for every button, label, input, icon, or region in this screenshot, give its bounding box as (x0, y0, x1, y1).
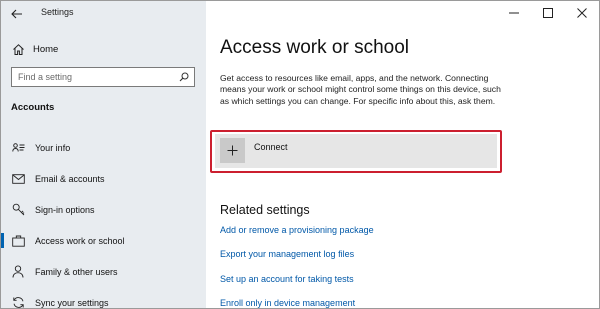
back-button[interactable] (7, 5, 27, 23)
maximize-icon (543, 8, 553, 18)
sidebar-item-home[interactable]: Home (1, 39, 206, 59)
section-title: Accounts (11, 102, 55, 113)
app-title: Settings (41, 7, 74, 17)
window-controls (497, 1, 599, 25)
person-icon (11, 265, 25, 279)
maximize-button[interactable] (531, 1, 565, 25)
page-description: Get access to resources like email, apps… (220, 73, 501, 106)
sidebar: Settings Home Accounts Your info (1, 1, 206, 308)
sidebar-item-label: Access work or school (35, 235, 125, 246)
highlight-frame (210, 130, 502, 173)
mail-icon (11, 172, 25, 186)
sidebar-item-email-accounts[interactable]: Email & accounts (1, 163, 206, 194)
minimize-icon (509, 12, 519, 14)
sidebar-item-access-work-or-school[interactable]: Access work or school (1, 225, 206, 256)
home-icon (11, 42, 25, 56)
sidebar-item-label: Sign-in options (35, 204, 95, 215)
sidebar-item-sign-in-options[interactable]: Sign-in options (1, 194, 206, 225)
sidebar-item-sync-settings[interactable]: Sync your settings (1, 287, 206, 309)
sidebar-item-label: Your info (35, 142, 71, 153)
link-enroll-device-management[interactable]: Enroll only in device management (220, 297, 374, 308)
close-icon (577, 8, 587, 18)
sidebar-item-label: Family & other users (35, 266, 118, 277)
link-export-management-logs[interactable]: Export your management log files (220, 248, 374, 272)
sidebar-item-label: Home (33, 43, 59, 55)
close-button[interactable] (565, 1, 599, 25)
link-test-taking-account[interactable]: Set up an account for taking tests (220, 273, 374, 297)
page-title: Access work or school (220, 37, 410, 58)
sidebar-item-your-info[interactable]: Your info (1, 132, 206, 163)
sidebar-item-label: Email & accounts (35, 173, 105, 184)
contact-card-icon (11, 141, 25, 155)
minimize-button[interactable] (497, 1, 531, 25)
briefcase-icon (11, 234, 25, 248)
main-pane: Access work or school Get access to reso… (206, 1, 599, 308)
back-arrow-icon (11, 9, 22, 19)
related-settings-heading: Related settings (220, 203, 310, 217)
title-bar: Settings (1, 1, 206, 27)
search-icon[interactable] (176, 69, 192, 85)
related-settings-links: Add or remove a provisioning package Exp… (220, 224, 374, 308)
sidebar-item-label: Sync your settings (35, 297, 109, 308)
link-provisioning-package[interactable]: Add or remove a provisioning package (220, 224, 374, 248)
settings-window: Settings Home Accounts Your info (0, 0, 600, 309)
search-input[interactable] (12, 67, 176, 87)
sidebar-item-family-other-users[interactable]: Family & other users (1, 256, 206, 287)
sidebar-nav: Your info Email & accounts Sign-in optio… (1, 132, 206, 309)
sync-icon (11, 296, 25, 309)
search-box (11, 67, 195, 87)
key-icon (11, 203, 25, 217)
